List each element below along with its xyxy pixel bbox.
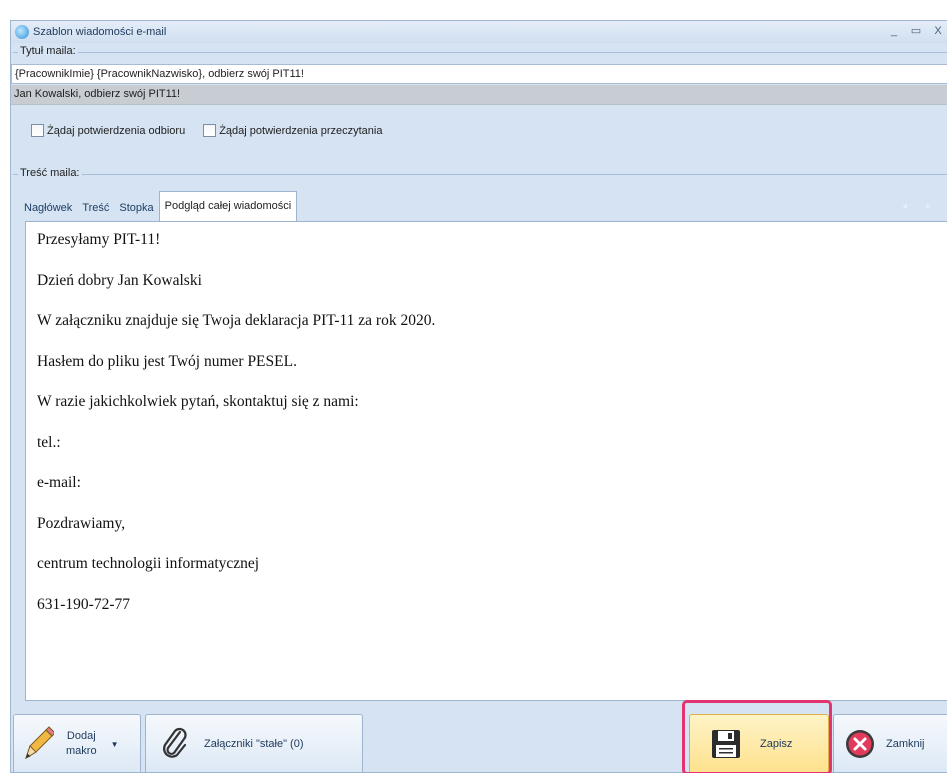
subject-preview: Jan Kowalski, odbierz swój PIT11! [11, 85, 947, 105]
dropdown-arrow-icon[interactable]: ▼ [111, 740, 119, 749]
body-group-line [13, 174, 947, 175]
subject-group-line [13, 52, 947, 53]
message-line: 631-190-72-77 [37, 595, 130, 613]
maximize-button[interactable]: ▭ [905, 23, 927, 39]
body-group-label: Treść maila: [18, 167, 82, 179]
tab-content[interactable]: Treść [77, 197, 114, 221]
close-button[interactable]: Zamknij [833, 714, 947, 772]
message-line: Przesyłamy PIT-11! [37, 231, 161, 248]
app-icon [15, 25, 29, 39]
message-line: Dzień dobry Jan Kowalski [37, 271, 202, 289]
confirmation-options: Żądaj potwierdzenia odbioru Żądaj potwie… [31, 124, 382, 137]
minimize-button[interactable]: _ [883, 23, 905, 39]
add-macro-label-line2: makro [66, 745, 97, 757]
message-preview: Przesyłamy PIT-11! Dzień dobry Jan Kowal… [25, 221, 947, 701]
read-receipt-checkbox[interactable]: Żądaj potwierdzenia odbioru [31, 124, 185, 137]
body-tabs: Nagłówek Treść Stopka Podgląd całej wiad… [19, 191, 298, 221]
close-window-button[interactable]: X [927, 23, 947, 39]
checkbox-box[interactable] [31, 124, 44, 137]
save-highlight-frame [682, 700, 832, 773]
tab-scroll-arrows[interactable]: ◂ ▸ [902, 201, 939, 212]
message-line: tel.: [37, 433, 61, 451]
checkbox-label: Żądaj potwierdzenia odbioru [47, 124, 186, 137]
title-bar: Szablon wiadomości e-mail _ ▭ X [11, 21, 947, 43]
window-title: Szablon wiadomości e-mail [33, 26, 167, 38]
checkbox-box[interactable] [203, 124, 217, 137]
message-line: Hasłem do pliku jest Twój numer PESEL. [37, 352, 297, 370]
attachments-label: Załączniki "stałe" (0) [204, 737, 304, 750]
paperclip-icon [160, 726, 190, 762]
close-circle-icon [844, 728, 876, 760]
tab-full-preview[interactable]: Podgląd całej wiadomości [158, 191, 298, 221]
template-window: Szablon wiadomości e-mail _ ▭ X Tytuł ma… [10, 20, 947, 773]
pencil-icon [20, 724, 56, 764]
message-line: centrum technologii informatycznej [37, 555, 260, 572]
read-confirmation-checkbox[interactable]: Żądaj potwierdzenia przeczytania [203, 124, 382, 137]
checkbox-label: Żądaj potwierdzenia przeczytania [219, 124, 383, 137]
subject-group-label: Tytuł maila: [18, 45, 78, 57]
tab-footer[interactable]: Stopka [114, 197, 158, 221]
message-line: W razie jakichkolwiek pytań, skontaktuj … [37, 393, 359, 410]
subject-template-input[interactable]: {PracownikImie} {PracownikNazwisko}, odb… [11, 64, 947, 84]
add-macro-button[interactable]: Dodaj makro ▼ [13, 714, 141, 772]
message-line: e-mail: [37, 474, 81, 491]
message-line: W załączniku znajduje się Twoja deklarac… [37, 312, 436, 329]
message-line: Pozdrawiamy, [37, 514, 126, 532]
add-macro-label-line1: Dodaj [66, 730, 96, 742]
close-label: Zamknij [886, 737, 925, 750]
attachments-button[interactable]: Załączniki "stałe" (0) [145, 714, 363, 772]
tab-header[interactable]: Nagłówek [19, 197, 77, 221]
